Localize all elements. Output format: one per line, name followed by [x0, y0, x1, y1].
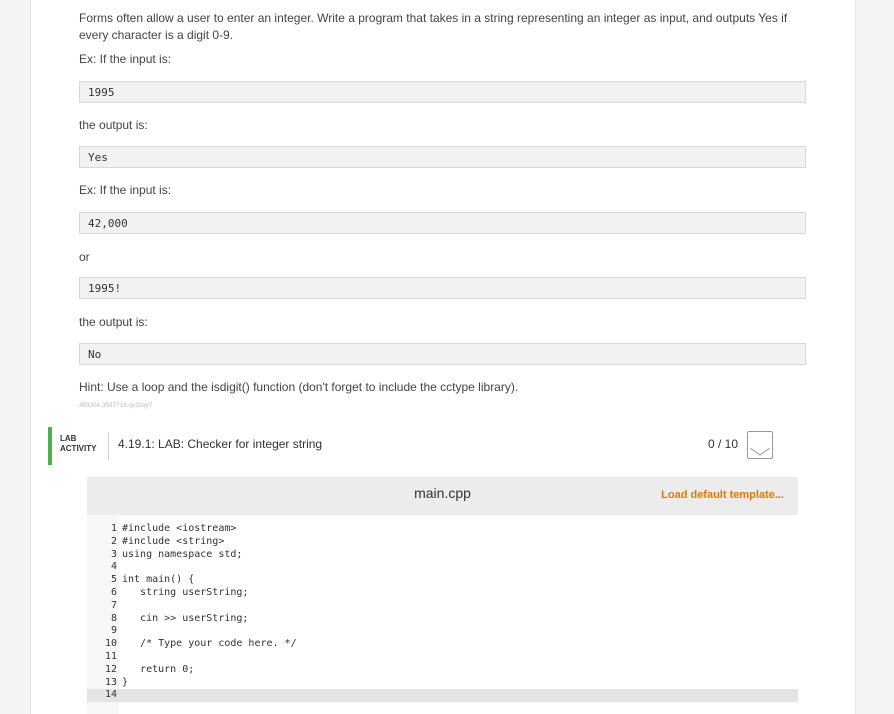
line-number: 10 — [104, 638, 117, 650]
code-text: using namespace std; — [122, 548, 243, 560]
example-2-output: No — [79, 343, 806, 365]
editor-header: main.cpp Load default template... — [87, 477, 798, 515]
code-line[interactable]: 10 /* Type your code here. */ — [87, 638, 798, 651]
hint-text: Hint: Use a loop and the isdigit() funct… — [79, 380, 519, 394]
code-text: return 0; — [122, 663, 195, 675]
intro-text: Forms often allow a user to enter an int… — [79, 11, 788, 42]
tracking-id: 489204.3587718.qx3zqy7 — [79, 403, 153, 409]
line-number: 7 — [110, 599, 117, 611]
line-number: 6 — [110, 587, 117, 598]
badge-notch-icon — [750, 448, 770, 456]
load-default-template-button[interactable]: Load default template... — [661, 489, 784, 501]
example-1-output: Yes — [79, 146, 806, 168]
lab-tag-line2: ACTIVITY — [60, 444, 97, 453]
line-number: 13 — [104, 676, 117, 688]
lab-divider — [108, 432, 109, 460]
example-1-label: Ex: If the input is: — [79, 52, 172, 66]
code-line[interactable]: 13} — [87, 677, 798, 690]
example-2-input-a: 42,000 — [79, 212, 806, 234]
code-text: string userString; — [122, 587, 249, 598]
example-2-output-label: the output is: — [79, 315, 148, 329]
code-line[interactable]: 9 — [87, 625, 798, 638]
code-line[interactable]: 5 int main() { — [87, 574, 798, 587]
line-number: 3 — [110, 548, 117, 560]
code-line[interactable]: 11 — [87, 651, 798, 664]
score-badge-icon — [747, 431, 773, 459]
code-text: /* Type your code here. */ — [122, 638, 297, 650]
code-line[interactable]: 14 — [87, 689, 798, 703]
or-label: or — [79, 250, 90, 264]
code-line[interactable]: 2 #include <string> — [87, 536, 798, 549]
lab-tag-line1: LAB — [60, 434, 77, 443]
example-2-label: Ex: If the input is: — [79, 183, 172, 197]
line-number: 11 — [104, 651, 117, 662]
code-line[interactable]: 1 #include <iostream> — [87, 523, 798, 536]
lab-score: 0 / 10 — [708, 437, 739, 451]
example-1-input: 1995 — [79, 81, 806, 103]
line-number: 14 — [104, 689, 117, 701]
code-line[interactable]: 3 using namespace std; — [87, 549, 798, 562]
lab-title: 4.19.1: LAB: Checker for integer string — [118, 437, 323, 451]
line-number: 4 — [110, 561, 117, 573]
line-number: 1 — [110, 523, 117, 534]
example-2-input-b: 1995! — [79, 277, 806, 299]
lab-activity-header: LAB ACTIVITY 4.19.1: LAB: Checker for in… — [48, 427, 776, 465]
code-editor-panel: main.cpp Load default template... 1 #incl… — [87, 477, 798, 714]
code-editor[interactable]: 1 #include <iostream> 2 #include <string> 3 u… — [87, 515, 798, 714]
code-line[interactable]: 8 cin >> userString; — [87, 613, 798, 626]
example-1-output-label: the output is: — [79, 118, 148, 132]
lab-activity-tag: LAB ACTIVITY — [60, 434, 96, 454]
line-number: 9 — [110, 625, 117, 637]
code-line[interactable]: 4 — [87, 561, 798, 574]
code-text: } — [122, 676, 129, 688]
line-number: 12 — [104, 663, 117, 675]
code-text: #include <string> — [122, 535, 225, 547]
line-number: 2 — [110, 535, 117, 547]
code-text: cin >> userString; — [122, 612, 249, 624]
line-number: 8 — [110, 612, 117, 624]
code-line[interactable]: 6 string userString; — [87, 587, 798, 600]
code-text: #include <iostream> — [122, 523, 237, 534]
code-line[interactable]: 12 return 0; — [87, 664, 798, 677]
line-number: 5 — [110, 574, 117, 586]
code-line[interactable]: 7 — [87, 600, 798, 613]
code-text: int main() { — [122, 574, 195, 586]
